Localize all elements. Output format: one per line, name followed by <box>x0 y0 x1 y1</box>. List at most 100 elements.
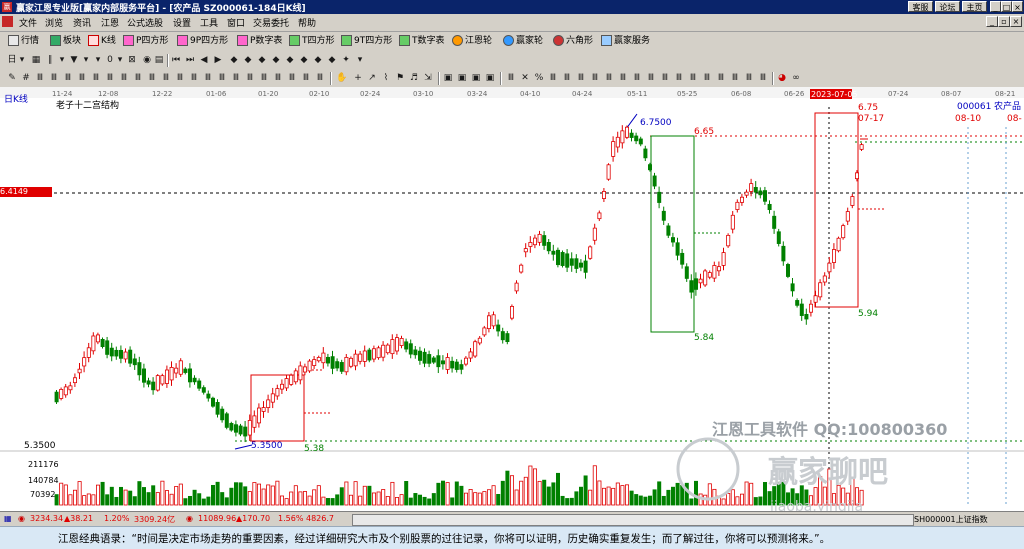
t-square-button[interactable]: T四方形 <box>289 35 335 48</box>
p-table-button[interactable]: P数字表 <box>237 35 282 48</box>
tool-icon[interactable]: Ⅲ <box>659 72 671 84</box>
tool-icon[interactable]: Ⅲ <box>258 72 270 84</box>
dropdown-icon[interactable]: ▾ <box>114 54 126 66</box>
tool-icon[interactable]: Ⅲ <box>673 72 685 84</box>
maximize-icon[interactable]: □ <box>1001 1 1012 12</box>
tool-icon[interactable]: Ⅲ <box>146 72 158 84</box>
tool-icon[interactable]: Ⅲ <box>202 72 214 84</box>
tool-icon[interactable]: Ⅲ <box>76 72 88 84</box>
crosshair-icon[interactable]: + <box>352 72 364 84</box>
pen-icon[interactable]: ✎ <box>6 72 18 84</box>
dropdown-icon[interactable]: ▾ <box>16 54 28 66</box>
infinity-icon[interactable]: ∞ <box>790 72 802 84</box>
diamond-icon[interactable]: ◆ <box>298 54 310 66</box>
child-close-icon[interactable]: × <box>1010 16 1022 27</box>
kline-button[interactable]: K线 <box>88 35 116 48</box>
tool-icon[interactable]: Ⅲ <box>589 72 601 84</box>
tool-icon[interactable]: Ⅲ <box>314 72 326 84</box>
p-square-button[interactable]: P四方形 <box>123 35 168 48</box>
left-icon[interactable]: ◀ <box>198 54 210 66</box>
diamond-icon[interactable]: ◆ <box>256 54 268 66</box>
tool-icon[interactable]: ✕ <box>519 72 531 84</box>
menu-gann[interactable]: 江恩 <box>101 16 119 29</box>
diamond-icon[interactable]: ◆ <box>284 54 296 66</box>
tool-icon[interactable]: Ⅲ <box>547 72 559 84</box>
tool-icon[interactable]: Ⅲ <box>62 72 74 84</box>
tool-icon[interactable]: Ⅲ <box>132 72 144 84</box>
arrow-down-icon[interactable]: ▼ <box>68 54 80 66</box>
sector-button[interactable]: 板块 <box>50 35 81 48</box>
tool-icon[interactable]: Ⅲ <box>617 72 629 84</box>
tool-icon[interactable]: Ⅲ <box>104 72 116 84</box>
kline-chart[interactable]: 11-24 12-08 12-22 01-06 01-20 02-10 02-24 03-10… <box>0 87 1024 511</box>
last-icon[interactable]: ⏭ <box>184 54 196 66</box>
diamond-icon[interactable]: ◆ <box>228 54 240 66</box>
tool-icon[interactable]: Ⅲ <box>48 72 60 84</box>
diamond-icon[interactable]: ◆ <box>242 54 254 66</box>
tool-icon[interactable]: Ⅲ <box>701 72 713 84</box>
tool-icon[interactable]: Ⅲ <box>300 72 312 84</box>
menu-tools[interactable]: 工具 <box>200 16 218 29</box>
tool-icon[interactable]: % <box>533 72 545 84</box>
menu-browse[interactable]: 浏览 <box>45 16 63 29</box>
9t-square-button[interactable]: 9T四方形 <box>341 35 392 48</box>
tool-icon[interactable]: Ⅲ <box>729 72 741 84</box>
right-icon[interactable]: ▶ <box>212 54 224 66</box>
tool-icon[interactable]: Ⅲ <box>561 72 573 84</box>
tool-icon[interactable]: ♬ <box>408 72 420 84</box>
menu-file[interactable]: 文件 <box>19 16 37 29</box>
tool-icon[interactable]: Ⅲ <box>90 72 102 84</box>
market-button[interactable]: 行情 <box>8 35 39 48</box>
panel-icon[interactable]: ▣ <box>484 72 496 84</box>
tool-icon[interactable]: Ⅲ <box>603 72 615 84</box>
tool-icon[interactable]: # <box>20 72 32 84</box>
polyline-icon[interactable]: ↗ <box>366 72 378 84</box>
status-scrollbar[interactable] <box>352 514 914 526</box>
diamond-icon[interactable]: ◆ <box>312 54 324 66</box>
menu-window[interactable]: 窗口 <box>227 16 245 29</box>
tool-icon[interactable]: Ⅲ <box>118 72 130 84</box>
index-selector[interactable]: SH000001上证指数 <box>914 514 988 525</box>
panel-icon[interactable]: ▣ <box>470 72 482 84</box>
dropdown-icon[interactable]: ▾ <box>92 54 104 66</box>
tool-icon[interactable]: Ⅲ <box>505 72 517 84</box>
tool-icon[interactable]: Ⅲ <box>244 72 256 84</box>
tool-icon[interactable]: Ⅲ <box>230 72 242 84</box>
eye-icon[interactable]: ◉ <box>141 54 153 66</box>
9p-square-button[interactable]: 9P四方形 <box>177 35 228 48</box>
tool-icon[interactable]: ⚑ <box>394 72 406 84</box>
menu-info[interactable]: 资讯 <box>73 16 91 29</box>
bars-icon[interactable]: ∥ <box>44 54 56 66</box>
pie-icon[interactable]: ◕ <box>776 72 788 84</box>
t-table-button[interactable]: T数字表 <box>399 35 445 48</box>
menu-formula[interactable]: 公式选股 <box>127 16 163 29</box>
first-icon[interactable]: ⏮ <box>170 54 182 66</box>
tool-icon[interactable]: Ⅲ <box>631 72 643 84</box>
panel-icon[interactable]: ▣ <box>456 72 468 84</box>
close-icon[interactable]: × <box>1012 1 1023 12</box>
kline-chart-area[interactable]: 11-24 12-08 12-22 01-06 01-20 02-10 02-24 03-10… <box>0 87 1024 511</box>
menu-trade[interactable]: 交易委托 <box>253 16 289 29</box>
minimize-icon[interactable]: _ <box>990 1 1001 12</box>
tool-icon[interactable]: Ⅲ <box>286 72 298 84</box>
star-icon[interactable]: ✦ <box>340 54 352 66</box>
tool-icon[interactable]: Ⅲ <box>715 72 727 84</box>
tool-icon[interactable]: Ⅲ <box>757 72 769 84</box>
tool-icon[interactable]: Ⅲ <box>174 72 186 84</box>
gann-wheel-button[interactable]: 江恩轮 <box>452 35 492 48</box>
service-button[interactable]: 赢家服务 <box>601 35 650 48</box>
tool-icon[interactable]: Ⅲ <box>645 72 657 84</box>
tool-icon[interactable]: Ⅲ <box>188 72 200 84</box>
object-icon[interactable]: ⊠ <box>126 54 138 66</box>
menu-help[interactable]: 帮助 <box>298 16 316 29</box>
dropdown-icon[interactable]: ▾ <box>80 54 92 66</box>
tool-icon[interactable]: Ⅲ <box>687 72 699 84</box>
homepage-button[interactable]: 主页 <box>962 1 987 12</box>
tool-icon[interactable]: Ⅲ <box>272 72 284 84</box>
forum-button[interactable]: 论坛 <box>935 1 960 12</box>
panel-icon[interactable]: ▣ <box>442 72 454 84</box>
hexagon-button[interactable]: 六角形 <box>553 35 593 48</box>
dropdown-icon[interactable]: ▾ <box>56 54 68 66</box>
dropdown-icon[interactable]: ▾ <box>354 54 366 66</box>
tool-icon[interactable]: ⌇ <box>380 72 392 84</box>
